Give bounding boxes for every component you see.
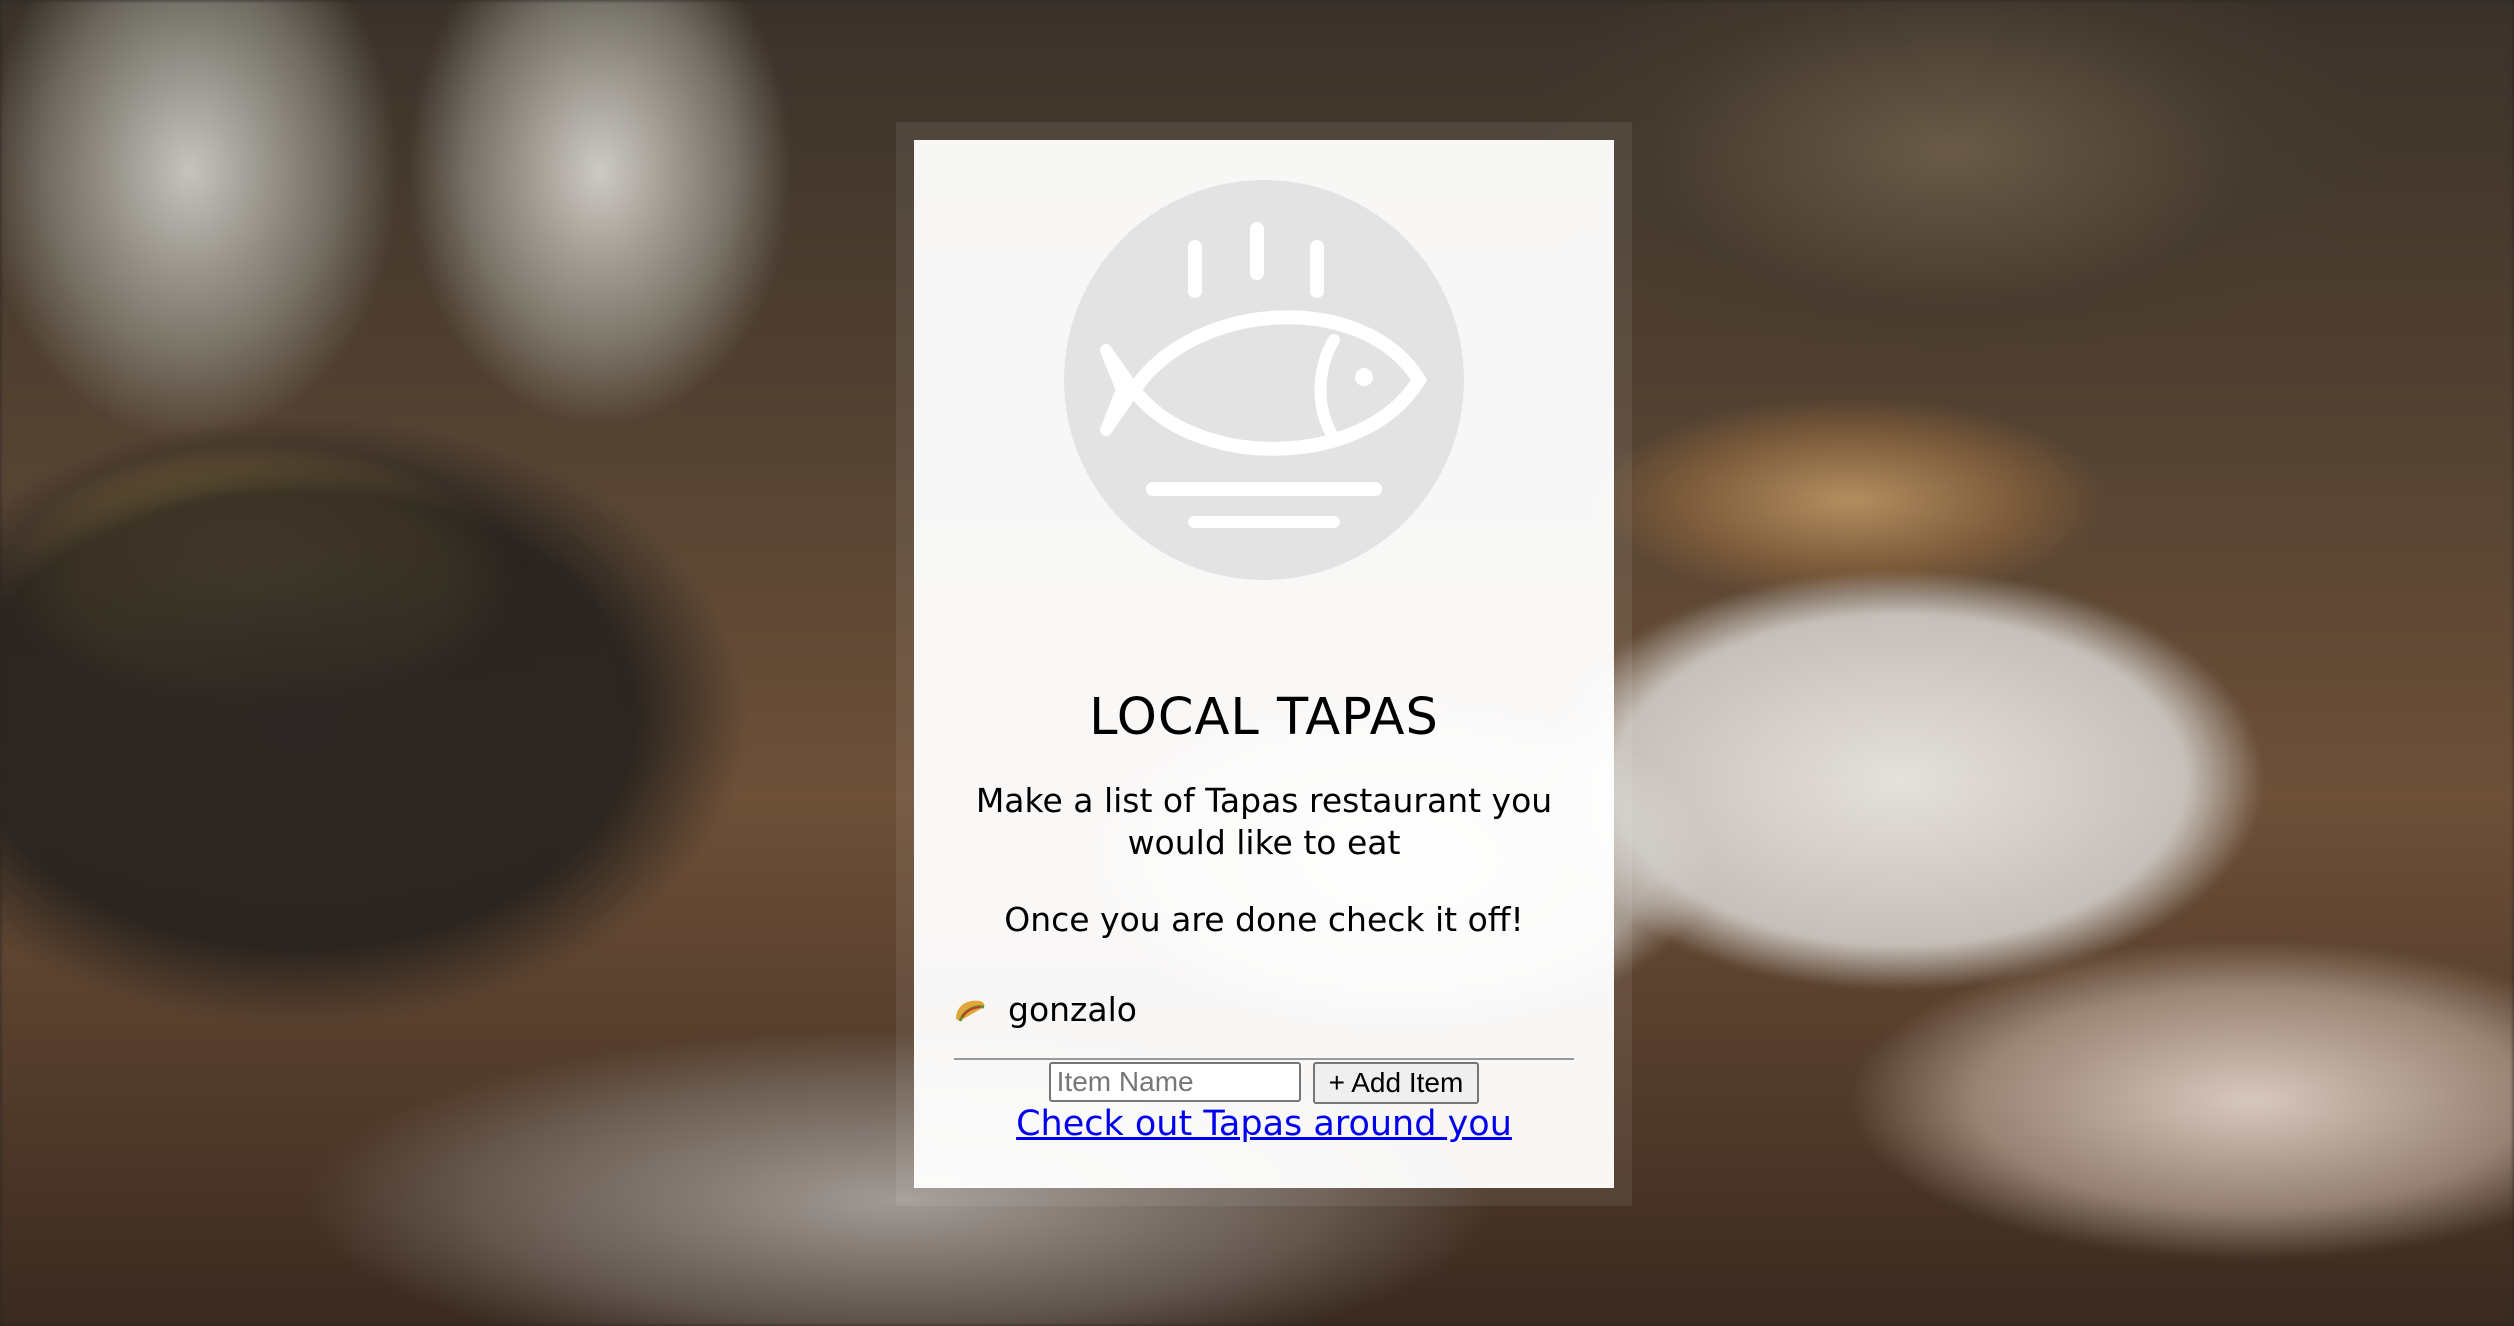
list-item-label: gonzalo: [1008, 990, 1137, 1029]
list-item[interactable]: gonzalo: [954, 990, 1137, 1029]
tapas-around-you-link[interactable]: Check out Tapas around you: [914, 1104, 1614, 1144]
add-item-form: + Add Item: [914, 1062, 1614, 1104]
fish-plate-icon: [1064, 180, 1464, 580]
item-name-input[interactable]: [1048, 1062, 1301, 1102]
instruction-text: Once you are done check it off!: [1004, 900, 1524, 939]
page-title: LOCAL TAPAS: [1089, 688, 1439, 747]
app-panel: LOCAL TAPAS Make a list of Tapas restaur…: [914, 140, 1614, 1188]
add-item-button[interactable]: + Add Item: [1312, 1062, 1480, 1104]
page-subtitle: Make a list of Tapas restaurant you woul…: [975, 781, 1553, 862]
divider: [954, 1058, 1574, 1060]
taco-icon: [956, 1000, 985, 1022]
